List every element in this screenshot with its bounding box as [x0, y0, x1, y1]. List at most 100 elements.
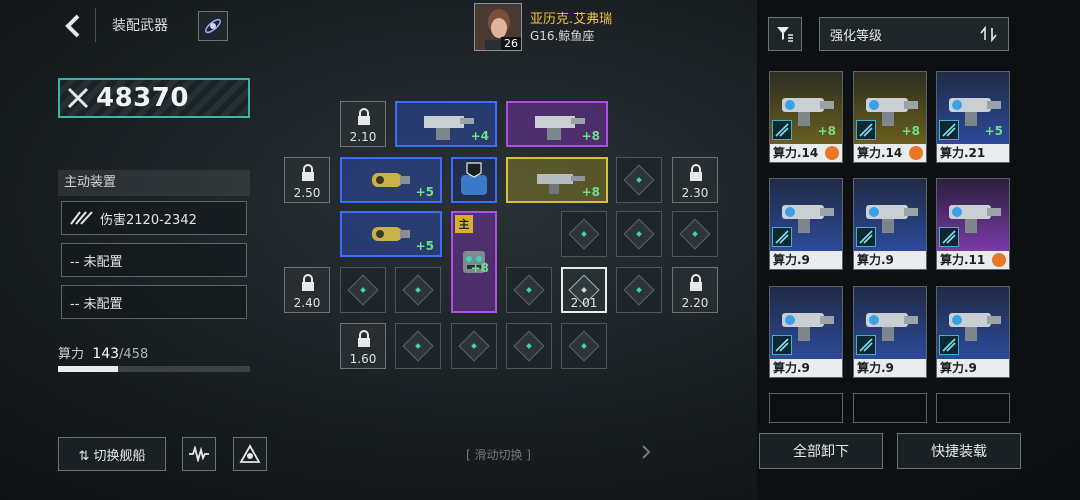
unequip-all-button[interactable]: 全部卸下 — [759, 433, 883, 469]
locked-slot[interactable]: 2.20 — [672, 267, 718, 313]
lock-icon — [358, 108, 370, 125]
empty-slot[interactable] — [451, 323, 497, 369]
lock-icon — [358, 330, 370, 347]
lock-icon — [690, 274, 702, 291]
lock-icon — [690, 164, 702, 181]
slot-diamond-icon — [458, 330, 490, 362]
damage-icon — [70, 211, 93, 225]
weapon-type-icon — [772, 335, 792, 355]
empty-slot[interactable] — [561, 323, 607, 369]
inventory-card[interactable]: 算力.9 — [769, 178, 843, 270]
locked-slot[interactable]: 2.50 — [284, 157, 330, 203]
equipped-weapon-cannon[interactable]: +4 — [395, 101, 497, 147]
empty-slot[interactable] — [506, 267, 552, 313]
inventory-card[interactable]: +5 算力.21 — [936, 71, 1010, 163]
inventory-card[interactable]: +8 算力.14 — [769, 71, 843, 163]
inventory-card[interactable]: +8 算力.14 — [853, 71, 927, 163]
locked-slot[interactable]: 2.30 — [672, 157, 718, 203]
empty-slot[interactable] — [395, 323, 441, 369]
inventory-card[interactable]: 算力.11 — [936, 178, 1010, 270]
empty-slot[interactable] — [616, 211, 662, 257]
enhance-level: +8 — [470, 261, 489, 275]
chevron-right-icon — [640, 444, 652, 464]
equipped-missile-pod[interactable]: +5 — [340, 157, 442, 203]
locked-slot[interactable]: 2.10 — [340, 101, 386, 147]
slot-multiplier: 2.40 — [293, 296, 321, 310]
pilot-avatar[interactable]: 26 — [474, 3, 522, 51]
weapon-type-icon — [772, 227, 792, 247]
locked-slot[interactable]: 2.40 — [284, 267, 330, 313]
empty-slot[interactable] — [672, 211, 718, 257]
weapon-type-icon — [856, 335, 876, 355]
equipped-weapon-cannon[interactable]: +8 — [506, 101, 608, 147]
enhance-level: +8 — [901, 124, 920, 138]
empty-slot[interactable] — [616, 157, 662, 203]
compute-progress-bar — [58, 366, 250, 372]
enhance-level: +8 — [581, 185, 600, 199]
gear-badge-icon — [992, 253, 1006, 267]
slot-diamond-icon — [513, 274, 545, 306]
filter-icon — [777, 27, 793, 42]
divider — [95, 8, 96, 42]
crossed-swords-icon — [67, 87, 89, 109]
gear-badge-icon — [825, 146, 839, 160]
empty-slot[interactable] — [616, 267, 662, 313]
enhance-level: +4 — [470, 129, 489, 143]
inventory-card-partial[interactable] — [936, 393, 1010, 423]
slot-diamond-icon — [679, 218, 711, 250]
gear-badge-icon — [909, 146, 923, 160]
inventory-card[interactable]: 算力.9 — [853, 286, 927, 378]
active-device-slot-3[interactable]: -- 未配置 — [61, 285, 247, 319]
lock-icon — [302, 164, 314, 181]
turret-icon — [424, 116, 474, 140]
inventory-card[interactable]: 算力.9 — [769, 286, 843, 378]
slot-multiplier: 1.60 — [349, 352, 377, 366]
sort-order-icon — [980, 26, 997, 42]
shield-core-icon — [461, 162, 487, 195]
locked-slot[interactable]: 1.60 — [340, 323, 386, 369]
formation-button[interactable] — [233, 437, 267, 471]
inventory-card[interactable]: 算力.9 — [853, 178, 927, 270]
empty-slot[interactable] — [340, 267, 386, 313]
active-device-slot-1[interactable]: 伤害2120-2342 — [61, 201, 247, 235]
empty-slot[interactable] — [561, 211, 607, 257]
selected-slot[interactable]: 2.01 — [561, 267, 607, 313]
inventory-card-partial[interactable] — [853, 393, 927, 423]
pilot-level: 26 — [501, 37, 521, 50]
filter-button[interactable] — [768, 17, 802, 51]
empty-slot[interactable] — [395, 267, 441, 313]
sort-select-label: 强化等级 — [830, 28, 883, 44]
equipped-missile-pod[interactable]: +5 — [340, 211, 442, 257]
slot-diamond-icon — [568, 330, 600, 362]
compute-label: 算力 143/458 — [58, 343, 148, 362]
page-title: 装配武器 — [112, 18, 168, 34]
inventory-card[interactable]: 算力.9 — [936, 286, 1010, 378]
inventory-card-partial[interactable] — [769, 393, 843, 423]
quick-equip-button[interactable]: 快捷装载 — [897, 433, 1021, 469]
switch-ship-button[interactable]: ⇅ 切换舰船 — [58, 437, 166, 471]
equipped-weapon-railgun[interactable]: +8 — [506, 157, 608, 203]
lock-icon — [302, 274, 314, 291]
slot-multiplier: 2.10 — [349, 130, 377, 144]
enhance-level: +5 — [415, 239, 434, 253]
sort-select[interactable]: 强化等级 — [819, 17, 1009, 51]
enhance-level: +8 — [817, 124, 836, 138]
empty-slot[interactable] — [506, 323, 552, 369]
missile-pod-icon — [372, 227, 410, 241]
equipped-core-module[interactable] — [451, 157, 497, 203]
swipe-hint: [ 滑动切换 ] — [466, 448, 531, 462]
card-compute-label: 算力.9 — [854, 251, 926, 269]
slot-multiplier: 2.30 — [681, 186, 709, 200]
active-device-slot-2[interactable]: -- 未配置 — [61, 243, 247, 277]
waveform-button[interactable] — [182, 437, 216, 471]
back-button[interactable] — [56, 8, 92, 44]
equipped-drone-module[interactable]: 主 +8 — [451, 211, 497, 313]
weapon-type-icon — [772, 120, 792, 140]
card-compute-label: 算力.9 — [854, 359, 926, 377]
compute-used: 143 — [92, 346, 120, 362]
slot-diamond-icon — [347, 274, 379, 306]
enhance-level: +5 — [415, 185, 434, 199]
compute-total: /458 — [119, 347, 149, 362]
ship-info-button[interactable] — [198, 11, 228, 41]
weapon-type-icon — [939, 120, 959, 140]
